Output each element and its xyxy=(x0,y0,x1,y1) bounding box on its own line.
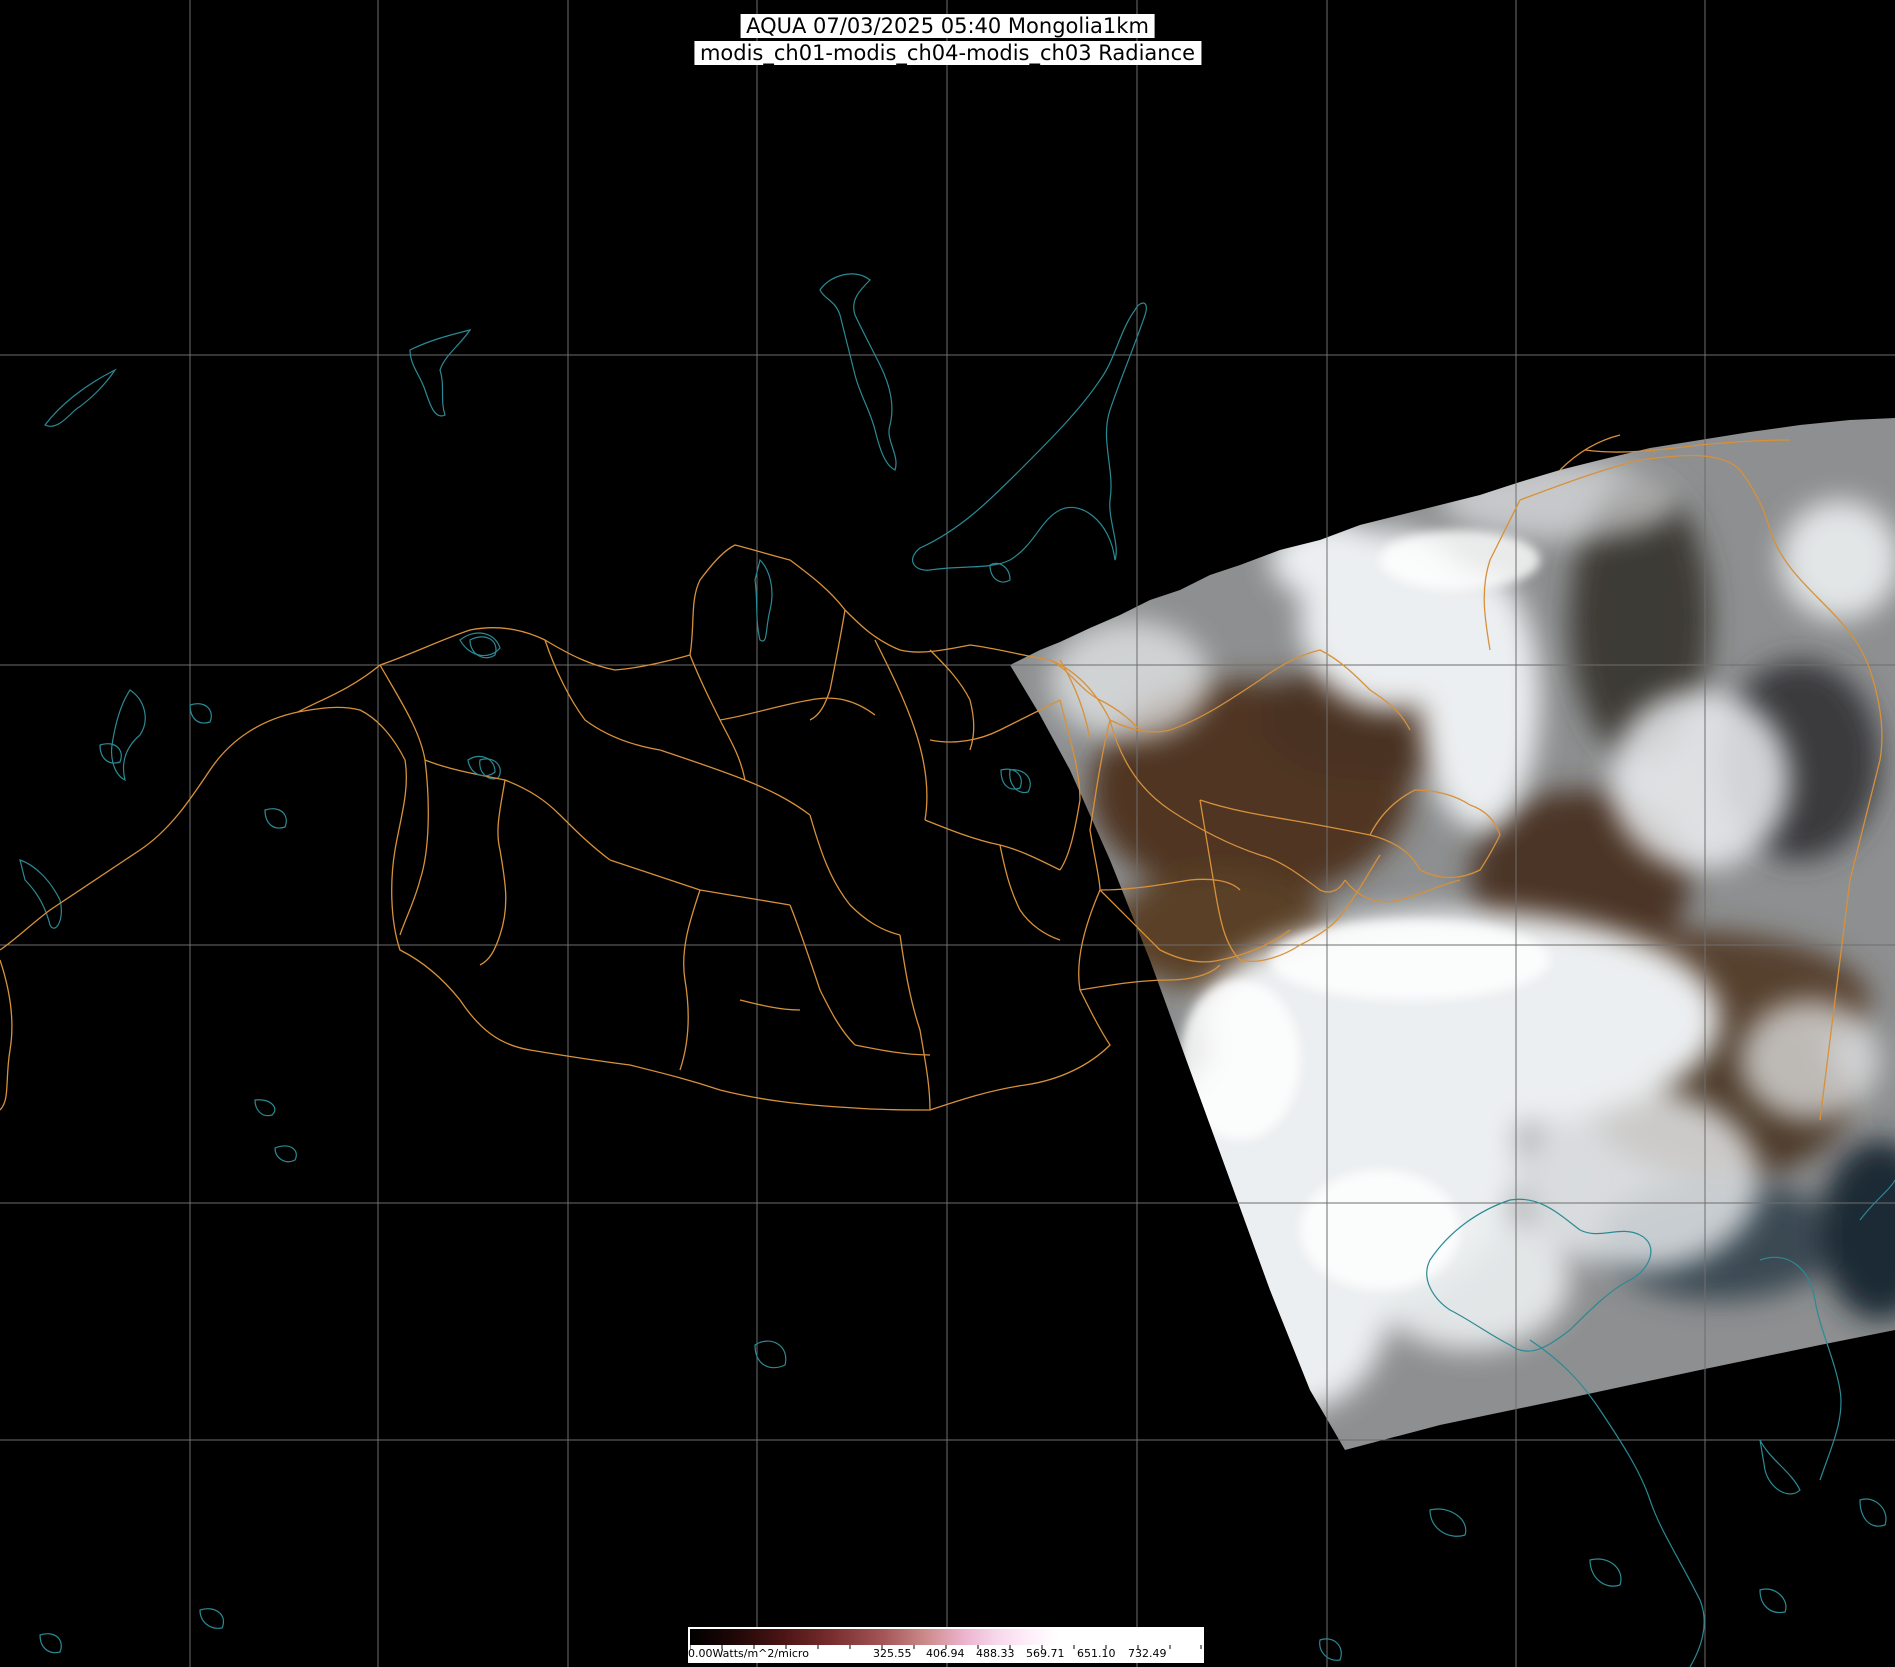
colorbar-tick-label: 406.94 xyxy=(926,1647,965,1660)
map-subtitle: modis_ch01-modis_ch04-modis_ch03 Radianc… xyxy=(693,41,1202,65)
colorbar-tick-label: 651.10 xyxy=(1077,1647,1116,1660)
colorbar-unit-label: 0.00Watts/m^2/micro xyxy=(688,1647,809,1660)
map-title: AQUA 07/03/2025 05:40 Mongolia1km xyxy=(740,14,1155,38)
satellite-map xyxy=(0,0,1895,1667)
colorbar-tick-label: 569.71 xyxy=(1026,1647,1065,1660)
colorbar: 0.00Watts/m^2/micro 325.55 406.94 488.33… xyxy=(688,1627,1204,1663)
colorbar-tick-label: 325.55 xyxy=(873,1647,912,1660)
satellite-swath xyxy=(1010,418,1895,1450)
colorbar-ramp xyxy=(690,1629,1202,1645)
inland-lakes xyxy=(99,632,1022,1163)
colorbar-tick-label: 732.49 xyxy=(1128,1647,1167,1660)
colorbar-tick-label: 488.33 xyxy=(976,1647,1015,1660)
